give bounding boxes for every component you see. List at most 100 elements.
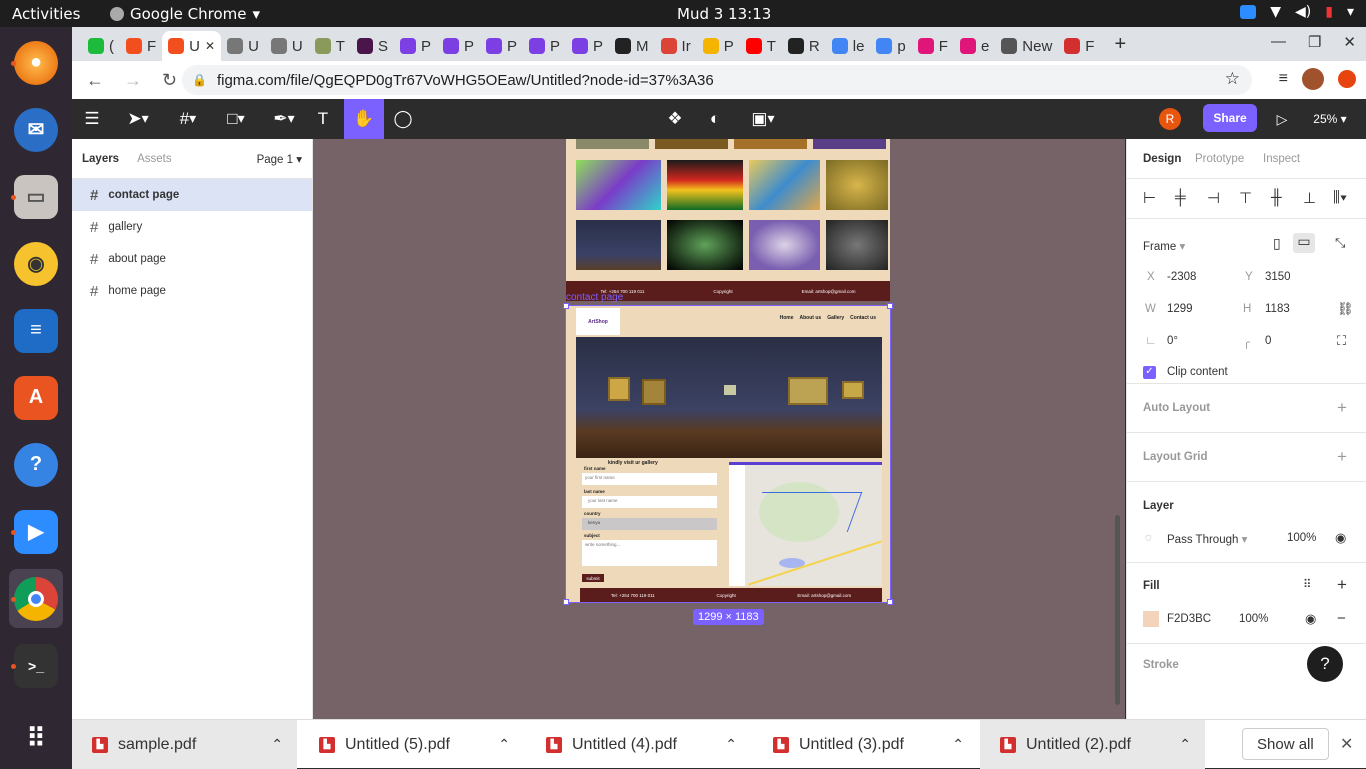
page-selector[interactable]: Page 1 ▾ bbox=[257, 152, 302, 166]
close-icon[interactable]: ✕ bbox=[1343, 33, 1356, 51]
frame-name-label[interactable]: contact page bbox=[566, 292, 623, 303]
layer-row[interactable]: # gallery bbox=[72, 211, 312, 243]
forward-icon[interactable]: → bbox=[124, 70, 142, 91]
prototype-tab[interactable]: Prototype bbox=[1195, 153, 1244, 165]
browser-tab[interactable]: U bbox=[265, 31, 309, 61]
align-left-icon[interactable]: ⊢ bbox=[1143, 189, 1156, 207]
site-nav-link[interactable]: Contact us bbox=[850, 315, 876, 321]
close-downloads-icon[interactable]: ✕ bbox=[1340, 734, 1353, 754]
resize-handle-tl[interactable] bbox=[563, 303, 569, 309]
add-layout-grid-icon[interactable]: + bbox=[1337, 447, 1347, 467]
share-button[interactable]: Share bbox=[1203, 104, 1257, 132]
browser-tab[interactable]: ( bbox=[82, 31, 120, 61]
browser-tab[interactable]: F bbox=[1058, 31, 1100, 61]
back-icon[interactable]: ← bbox=[86, 70, 104, 91]
blend-mode-dropdown[interactable]: Pass Through ▾ bbox=[1167, 532, 1247, 546]
add-auto-layout-icon[interactable]: + bbox=[1337, 398, 1347, 418]
extension-icon[interactable] bbox=[1338, 70, 1356, 88]
dock-terminal[interactable]: >_ bbox=[9, 636, 63, 695]
country-select[interactable]: kenya bbox=[582, 518, 717, 530]
present-play-icon[interactable]: ▷ bbox=[1270, 99, 1294, 139]
browser-tab[interactable]: U ✕ bbox=[162, 31, 222, 61]
submit-button[interactable]: submit bbox=[582, 574, 604, 582]
layer-row[interactable]: # home page bbox=[72, 275, 312, 307]
browser-tab[interactable]: F bbox=[120, 31, 162, 61]
layer-row[interactable]: # about page bbox=[72, 243, 312, 275]
fill-color-swatch[interactable] bbox=[1143, 611, 1159, 627]
layers-tab[interactable]: Layers bbox=[82, 153, 119, 165]
inspect-tab[interactable]: Inspect bbox=[1263, 153, 1300, 165]
new-tab-button[interactable]: + bbox=[1114, 33, 1126, 56]
map-embed[interactable] bbox=[729, 462, 882, 586]
url-text[interactable]: figma.com/file/QgEQPD0gTr67VoWHG5OEaw/Un… bbox=[217, 72, 714, 89]
download-options-icon[interactable]: ⌃ bbox=[498, 736, 510, 753]
download-options-icon[interactable]: ⌃ bbox=[725, 736, 737, 753]
move-tool-icon[interactable]: ➤ ▾ bbox=[120, 99, 156, 139]
browser-tab[interactable]: Ir bbox=[655, 31, 697, 61]
user-avatar[interactable]: R bbox=[1158, 99, 1182, 139]
browser-tab[interactable]: S bbox=[351, 31, 394, 61]
maximize-icon[interactable]: ❐ bbox=[1308, 33, 1321, 51]
dock-rhythmbox[interactable]: ◉ bbox=[9, 234, 63, 293]
frame-tool-icon[interactable]: # ▾ bbox=[170, 99, 206, 139]
browser-tab[interactable]: P bbox=[566, 31, 609, 61]
align-right-icon[interactable]: ⊣ bbox=[1207, 189, 1220, 207]
landscape-icon[interactable]: ▭ bbox=[1293, 233, 1315, 253]
rotation-input[interactable]: 0° bbox=[1167, 335, 1178, 347]
components-icon[interactable]: ❖ bbox=[664, 99, 686, 139]
width-input[interactable]: 1299 bbox=[1167, 303, 1193, 315]
battery-icon[interactable]: ▮ bbox=[1325, 4, 1333, 20]
design-tab[interactable]: Design bbox=[1143, 153, 1181, 165]
independent-corners-icon[interactable]: ⛶ bbox=[1337, 333, 1346, 349]
hand-tool-icon[interactable]: ✋ bbox=[344, 99, 384, 139]
system-tray[interactable]: ▼ ◀) ▮ ▾ bbox=[1240, 4, 1354, 20]
align-bottom-icon[interactable]: ⊥ bbox=[1303, 189, 1316, 207]
wifi-icon[interactable]: ▼ bbox=[1270, 4, 1281, 20]
comment-tool-icon[interactable]: ◯ bbox=[392, 99, 414, 139]
layer-row[interactable]: # contact page bbox=[72, 179, 312, 211]
site-nav-link[interactable]: Home bbox=[780, 315, 794, 321]
dock-files[interactable]: ▭ bbox=[9, 167, 63, 226]
browser-tab[interactable]: P bbox=[697, 31, 740, 61]
activities-button[interactable]: Activities bbox=[12, 5, 80, 23]
volume-icon[interactable]: ◀) bbox=[1295, 4, 1311, 20]
reload-icon[interactable]: ↻ bbox=[162, 70, 177, 91]
browser-tab[interactable]: P bbox=[523, 31, 566, 61]
subject-textarea[interactable]: write something... bbox=[582, 540, 717, 566]
portrait-icon[interactable]: ▯ bbox=[1273, 235, 1281, 252]
download-options-icon[interactable]: ⌃ bbox=[1179, 736, 1191, 753]
power-menu-icon[interactable]: ▾ bbox=[1347, 4, 1354, 20]
distribute-icon[interactable]: ⫼▾ bbox=[1333, 189, 1347, 206]
remove-fill-icon[interactable]: − bbox=[1337, 610, 1346, 627]
height-input[interactable]: 1183 bbox=[1265, 303, 1290, 315]
profile-avatar[interactable] bbox=[1302, 68, 1324, 90]
resize-to-fit-icon[interactable]: ⤡ bbox=[1335, 235, 1345, 251]
fill-visibility-icon[interactable]: ◉ bbox=[1305, 611, 1316, 627]
align-top-icon[interactable]: ⊤ bbox=[1239, 189, 1252, 207]
download-options-icon[interactable]: ⌃ bbox=[952, 736, 964, 753]
minimize-icon[interactable]: — bbox=[1271, 33, 1286, 51]
constrain-proportions-icon[interactable]: ⛓ bbox=[1337, 301, 1354, 317]
layer-opacity-input[interactable]: 100% bbox=[1287, 532, 1316, 544]
help-button[interactable]: ? bbox=[1307, 646, 1343, 682]
canvas-scrollbar[interactable] bbox=[1115, 515, 1120, 705]
media-control-icon[interactable]: ≡ bbox=[1279, 70, 1288, 88]
browser-tab[interactable]: le bbox=[826, 31, 871, 61]
frame-type-dropdown[interactable]: Frame ▾ bbox=[1143, 239, 1185, 253]
pen-tool-icon[interactable]: ✒ ▾ bbox=[266, 99, 302, 139]
download-item[interactable]: ▙ Untitled (5).pdf ⌃ bbox=[299, 720, 524, 769]
browser-tab[interactable]: e bbox=[954, 31, 995, 61]
assets-tab[interactable]: Assets bbox=[137, 153, 172, 165]
x-input[interactable]: -2308 bbox=[1167, 271, 1196, 283]
browser-tab[interactable]: F bbox=[912, 31, 954, 61]
dock-software[interactable]: A bbox=[9, 368, 63, 427]
eye-icon[interactable]: ◉ bbox=[1335, 530, 1346, 546]
boolean-ops-icon[interactable]: ▣ ▾ bbox=[746, 99, 780, 139]
fill-styles-icon[interactable]: ⠿ bbox=[1303, 577, 1311, 591]
close-tab-icon[interactable]: ✕ bbox=[205, 39, 215, 53]
bookmark-star-icon[interactable]: ☆ bbox=[1225, 69, 1240, 89]
clip-content-checkbox[interactable]: ✓ bbox=[1143, 366, 1156, 379]
zoom-tray-icon[interactable] bbox=[1240, 5, 1257, 19]
zoom-dropdown[interactable]: 25% ▾ bbox=[1308, 99, 1352, 139]
omnibox[interactable]: 🔒 figma.com/file/QgEQPD0gTr67VoWHG5OEaw/… bbox=[182, 65, 1252, 95]
